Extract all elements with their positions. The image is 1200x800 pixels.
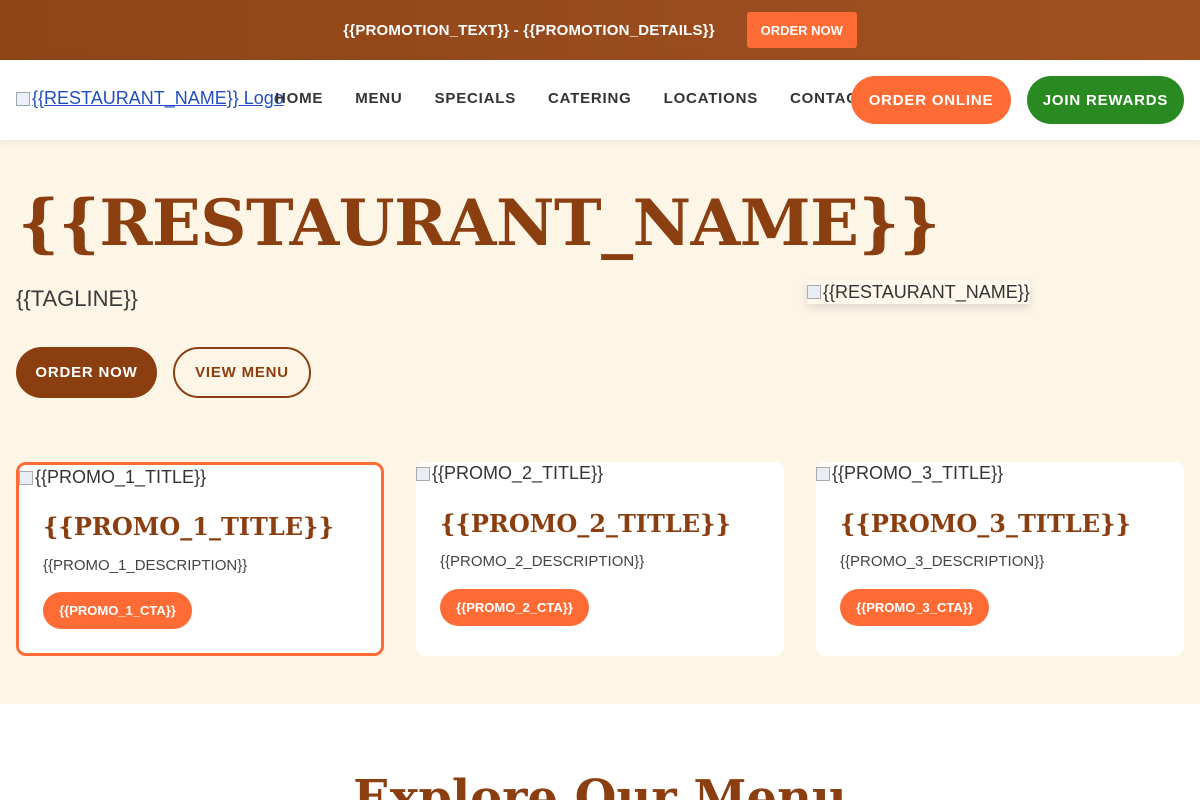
broken-image-icon [416, 466, 430, 481]
promo-card-2: {{PROMO_2_TITLE}} {{PROMO_2_TITLE}} {{PR… [416, 462, 784, 656]
promo-card-image: {{PROMO_2_TITLE}} [416, 463, 603, 484]
promo-order-now-button[interactable]: ORDER NOW [746, 12, 857, 48]
promo-card-3: {{PROMO_3_TITLE}} {{PROMO_3_TITLE}} {{PR… [816, 462, 1184, 656]
promo-card-image-alt: {{PROMO_2_TITLE}} [432, 463, 604, 483]
promo-card-title: {{PROMO_1_TITLE}} [43, 512, 334, 541]
menu-section-heading: Explore Our Menu [353, 770, 847, 800]
promo-card-1: {{PROMO_1_TITLE}} {{PROMO_1_TITLE}} {{PR… [16, 462, 384, 656]
nav-item-locations[interactable]: LOCATIONS [664, 90, 758, 107]
hero-tagline: {{TAGLINE}} [16, 286, 138, 311]
logo-link[interactable]: {{RESTAURANT_NAME}} Logo [16, 88, 284, 109]
nav-item-home[interactable]: HOME [275, 90, 323, 107]
nav-item-menu[interactable]: MENU [355, 90, 402, 107]
promo-card-cta-button[interactable]: {{PROMO_3_CTA}} [840, 589, 989, 626]
promo-card-description: {{PROMO_3_DESCRIPTION}} [840, 553, 1045, 570]
promo-card-image: {{PROMO_1_TITLE}} [19, 467, 206, 488]
nav-item-specials[interactable]: SPECIALS [435, 90, 516, 107]
site-header: {{RESTAURANT_NAME}} Logo HOME MENU SPECI… [0, 60, 1200, 140]
promo-card-image: {{PROMO_3_TITLE}} [816, 463, 1003, 484]
promo-card-description: {{PROMO_2_DESCRIPTION}} [440, 553, 645, 570]
promo-card-image-alt: {{PROMO_3_TITLE}} [832, 463, 1004, 483]
broken-image-icon [816, 466, 830, 481]
promo-card-title: {{PROMO_3_TITLE}} [840, 509, 1131, 538]
logo-alt-text: {{RESTAURANT_NAME}} Logo [32, 88, 284, 108]
order-online-button[interactable]: ORDER ONLINE [851, 76, 1011, 124]
hero-view-menu-button[interactable]: VIEW MENU [173, 347, 311, 398]
promo-card-description: {{PROMO_1_DESCRIPTION}} [43, 557, 248, 574]
menu-section: Explore Our Menu [0, 704, 1200, 800]
hero-title: {{RESTAURANT_NAME}} [18, 186, 940, 261]
promo-text: {{PROMOTION_TEXT}} - {{PROMOTION_DETAILS… [343, 21, 715, 39]
promo-card-title: {{PROMO_2_TITLE}} [440, 509, 731, 538]
broken-image-icon [19, 470, 33, 485]
main-nav: HOME MENU SPECIALS CATERING LOCATIONS CO… [275, 90, 900, 107]
broken-image-icon [16, 91, 30, 106]
join-rewards-button[interactable]: JOIN REWARDS [1027, 76, 1184, 124]
hero-image-alt: {{RESTAURANT_NAME}} [823, 281, 1030, 302]
broken-image-icon [807, 285, 821, 299]
promo-card-cta-button[interactable]: {{PROMO_1_CTA}} [43, 592, 192, 629]
promo-card-image-alt: {{PROMO_1_TITLE}} [35, 467, 207, 487]
promo-bar: {{PROMOTION_TEXT}} - {{PROMOTION_DETAILS… [0, 0, 1200, 60]
promo-card-cta-button[interactable]: {{PROMO_2_CTA}} [440, 589, 589, 626]
hero-order-now-button[interactable]: ORDER NOW [16, 347, 157, 398]
hero-image: {{RESTAURANT_NAME}} [807, 280, 1030, 304]
nav-item-catering[interactable]: CATERING [548, 90, 632, 107]
